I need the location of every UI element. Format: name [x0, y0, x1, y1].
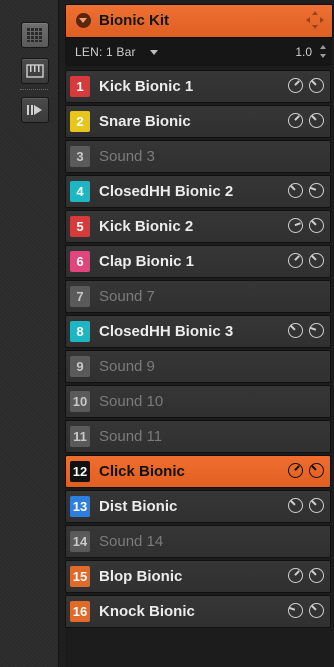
volume-knob-icon[interactable]	[288, 183, 303, 198]
kit-header[interactable]: Bionic Kit	[65, 4, 333, 38]
pad-row[interactable]: 5 Kick Bionic 2	[65, 210, 331, 243]
grid-icon	[27, 28, 42, 42]
pad-name: Dist Bionic	[99, 498, 178, 515]
pad-row[interactable]: 9 Sound 9	[65, 350, 331, 383]
pad-row[interactable]: 1 Kick Bionic 1	[65, 70, 331, 103]
pad-number: 4	[70, 181, 90, 202]
volume-knob-icon[interactable]	[288, 218, 303, 233]
pad-name: Sound 11	[99, 428, 163, 445]
pan-knob-icon[interactable]	[309, 183, 324, 198]
pan-knob-icon[interactable]	[309, 323, 324, 338]
volume-knob-icon[interactable]	[288, 498, 303, 513]
length-value[interactable]: 1.0	[295, 45, 312, 59]
volume-knob-icon[interactable]	[288, 568, 303, 583]
pan-knob-icon[interactable]	[309, 218, 324, 233]
pad-name: ClosedHH Bionic 2	[99, 183, 234, 200]
step-sequencer-icon	[27, 105, 42, 115]
pad-row[interactable]: 7 Sound 7	[65, 280, 331, 313]
pad-name: Click Bionic	[99, 463, 185, 480]
pad-list: 1 Kick Bionic 1 2 Snare Bionic 3 Sound 3 4 Clos…	[65, 70, 334, 630]
pad-name: Clap Bionic 1	[99, 253, 195, 270]
kit-title: Bionic Kit	[99, 12, 169, 29]
chevron-down-icon[interactable]	[76, 13, 91, 28]
pad-number: 5	[70, 216, 90, 237]
pad-name: Sound 10	[99, 393, 164, 410]
pad-number: 7	[70, 286, 90, 307]
pad-number: 9	[70, 356, 90, 377]
pad-number: 16	[70, 601, 90, 622]
pad-row[interactable]: 15 Blop Bionic	[65, 560, 331, 593]
pan-knob-icon[interactable]	[309, 253, 324, 268]
stepper-icon[interactable]	[320, 45, 326, 59]
volume-knob-icon[interactable]	[288, 78, 303, 93]
pad-name: Sound 9	[99, 358, 155, 375]
pan-knob-icon[interactable]	[309, 498, 324, 513]
move-icon[interactable]	[306, 11, 324, 29]
toolbar-divider	[20, 89, 48, 90]
pad-name: ClosedHH Bionic 3	[99, 323, 234, 340]
grid-view-button[interactable]	[21, 22, 49, 48]
pan-knob-icon[interactable]	[309, 568, 324, 583]
pad-number: 2	[70, 111, 90, 132]
keyboard-icon	[26, 64, 44, 78]
pad-row[interactable]: 16 Knock Bionic	[65, 595, 331, 628]
pad-row[interactable]: 4 ClosedHH Bionic 2	[65, 175, 331, 208]
pad-name: Sound 3	[99, 148, 155, 165]
pad-number: 6	[70, 251, 90, 272]
pad-name: Snare Bionic	[99, 113, 191, 130]
pan-knob-icon[interactable]	[309, 463, 324, 478]
left-toolbar	[0, 0, 59, 667]
pad-name: Blop Bionic	[99, 568, 183, 585]
pad-row[interactable]: 2 Snare Bionic	[65, 105, 331, 138]
pad-row[interactable]: 8 ClosedHH Bionic 3	[65, 315, 331, 348]
pad-name: Kick Bionic 2	[99, 218, 194, 235]
pad-row[interactable]: 14 Sound 14	[65, 525, 331, 558]
pad-number: 8	[70, 321, 90, 342]
pan-knob-icon[interactable]	[309, 113, 324, 128]
pad-name: Sound 7	[99, 288, 155, 305]
pad-row[interactable]: 12 Click Bionic	[65, 455, 331, 488]
step-sequencer-button[interactable]	[21, 97, 49, 123]
pad-row[interactable]: 6 Clap Bionic 1	[65, 245, 331, 278]
pad-number: 14	[70, 531, 90, 552]
pad-number: 1	[70, 76, 90, 97]
pad-row[interactable]: 13 Dist Bionic	[65, 490, 331, 523]
pad-row[interactable]: 11 Sound 11	[65, 420, 331, 453]
pad-number: 13	[70, 496, 90, 517]
length-bar: LEN: 1 Bar 1.0	[65, 38, 332, 66]
volume-knob-icon[interactable]	[288, 113, 303, 128]
pad-number: 3	[70, 146, 90, 167]
volume-knob-icon[interactable]	[288, 323, 303, 338]
sound-list-panel: Bionic Kit LEN: 1 Bar 1.0 1 Kick Bionic 1…	[65, 4, 334, 667]
pad-number: 12	[70, 461, 90, 482]
dropdown-arrow-icon[interactable]	[150, 50, 158, 55]
pad-number: 10	[70, 391, 90, 412]
volume-knob-icon[interactable]	[288, 603, 303, 618]
pad-name: Knock Bionic	[99, 603, 195, 620]
pad-name: Kick Bionic 1	[99, 78, 194, 95]
pad-number: 11	[70, 426, 90, 447]
pad-row[interactable]: 3 Sound 3	[65, 140, 331, 173]
pan-knob-icon[interactable]	[309, 78, 324, 93]
length-select[interactable]: LEN: 1 Bar	[75, 45, 136, 59]
keyboard-view-button[interactable]	[21, 58, 49, 84]
volume-knob-icon[interactable]	[288, 463, 303, 478]
pad-name: Sound 14	[99, 533, 164, 550]
volume-knob-icon[interactable]	[288, 253, 303, 268]
pan-knob-icon[interactable]	[309, 603, 324, 618]
pad-row[interactable]: 10 Sound 10	[65, 385, 331, 418]
pad-number: 15	[70, 566, 90, 587]
